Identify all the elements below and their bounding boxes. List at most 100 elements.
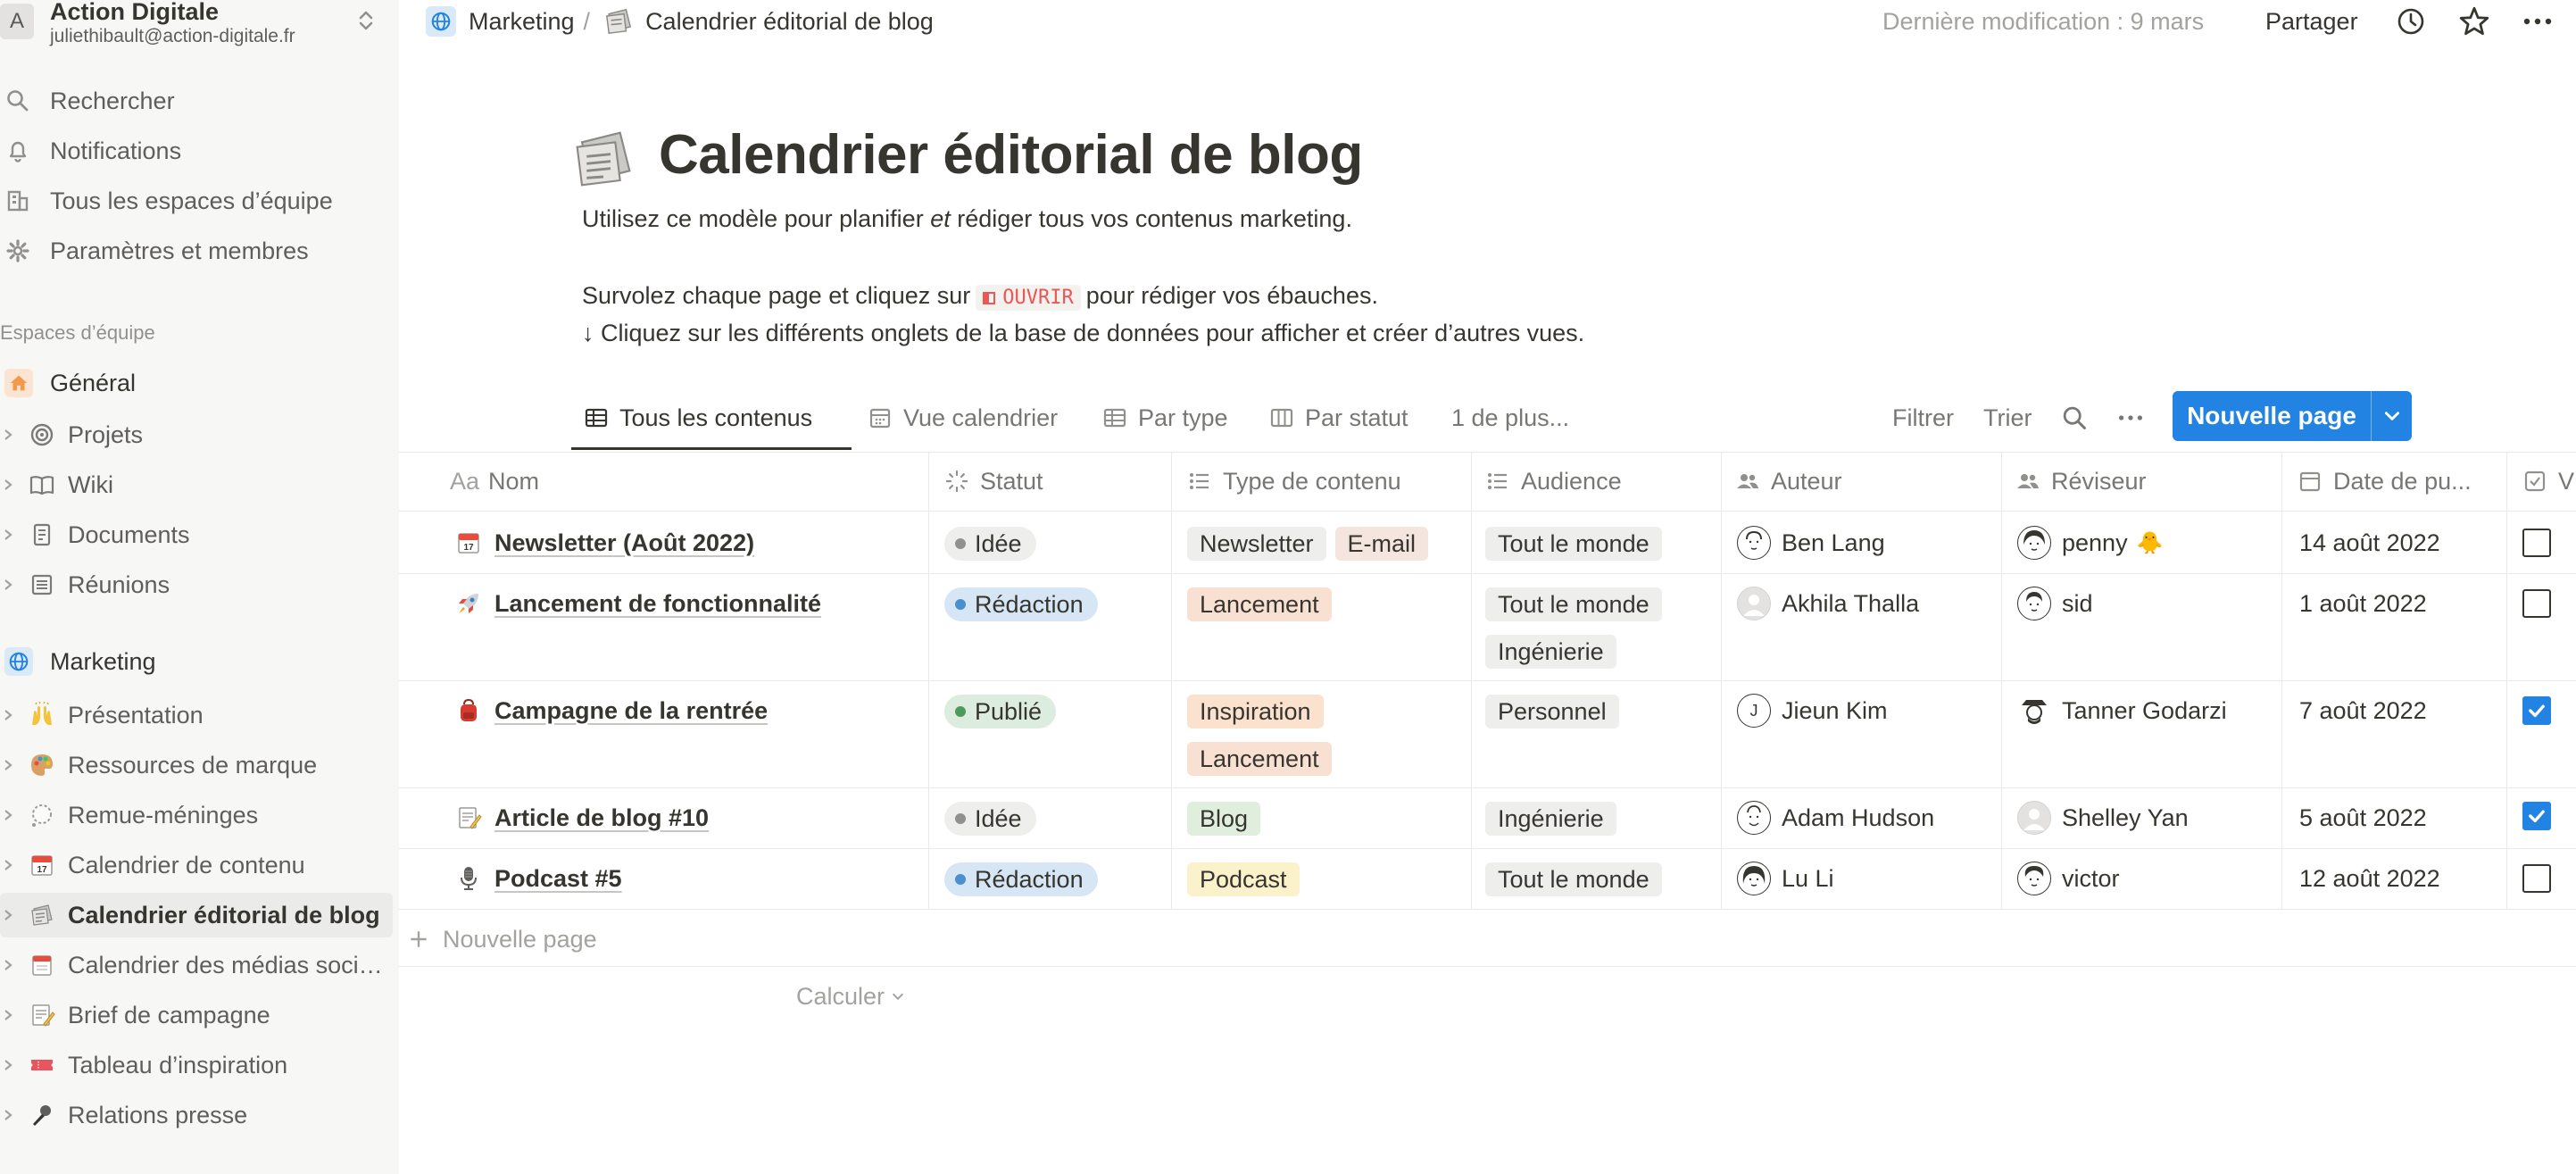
date-cell[interactable]: 12 août 2022 (2299, 861, 2440, 896)
chevron-down-icon[interactable] (2371, 391, 2412, 441)
audience-tags[interactable]: Tout le monde (1485, 526, 1671, 562)
teamspace-general[interactable]: Général (0, 361, 393, 405)
new-page-button[interactable]: Nouvelle page (2173, 391, 2412, 441)
sidebar-item-remue-meninges[interactable]: Remue-méninges (0, 793, 393, 837)
teamspace-marketing[interactable]: Marketing (0, 639, 393, 684)
chevron-right-icon[interactable] (0, 412, 16, 457)
workspace-switcher-icon[interactable] (353, 5, 378, 36)
type-tags[interactable]: Lancement (1187, 741, 1341, 777)
sidebar-item-documents[interactable]: Documents (0, 512, 393, 557)
row-checkbox[interactable] (2522, 696, 2551, 725)
author-cell[interactable]: J Jieun Kim (1737, 693, 1888, 729)
page-description-line-3[interactable]: ↓ Cliquez sur les différents onglets de … (582, 320, 1584, 347)
date-cell[interactable]: 14 août 2022 (2299, 525, 2440, 561)
chevron-right-icon[interactable] (0, 1043, 16, 1087)
reviewer-cell[interactable]: victor (2017, 861, 2120, 896)
author-cell[interactable]: Ben Lang (1737, 525, 1885, 561)
author-cell[interactable]: Lu Li (1737, 861, 1834, 896)
chevron-right-icon[interactable] (0, 793, 16, 837)
author-cell[interactable]: Akhila Thalla (1737, 586, 1919, 621)
reviewer-cell[interactable]: Tanner Godarzi (2017, 693, 2227, 729)
reviewer-cell[interactable]: sid (2017, 586, 2093, 621)
type-tags[interactable]: Blog (1187, 801, 1269, 837)
row-checkbox[interactable] (2522, 589, 2551, 618)
chevron-right-icon[interactable] (0, 512, 16, 557)
share-button[interactable]: Partager (2265, 4, 2358, 39)
tab-par-statut[interactable]: Par statut (1269, 396, 1408, 439)
column-header-nom[interactable]: Aa Nom (450, 459, 539, 504)
filter-button[interactable]: Filtrer (1892, 396, 1954, 439)
sidebar-item-tableau-inspiration[interactable]: Tableau d’inspiration (0, 1043, 393, 1087)
status-badge[interactable]: Publié (944, 694, 1065, 729)
tab-par-type[interactable]: Par type (1102, 396, 1228, 439)
column-header-date[interactable]: Date de pu... (2298, 459, 2472, 504)
sidebar-search[interactable]: Rechercher (0, 79, 393, 123)
author-cell[interactable]: Adam Hudson (1737, 800, 1934, 836)
chevron-right-icon[interactable] (0, 693, 16, 737)
column-header-audience[interactable]: Audience (1485, 459, 1622, 504)
table-row-name[interactable]: Campagne de la rentrée (453, 693, 768, 729)
page-description-line-1[interactable]: Utilisez ce modèle pour planifier et réd… (582, 205, 1352, 233)
chevron-right-icon[interactable] (0, 843, 16, 887)
column-header-statut[interactable]: Statut (944, 459, 1043, 504)
sidebar-settings[interactable]: Paramètres et membres (0, 229, 393, 273)
chevron-right-icon[interactable] (0, 562, 16, 607)
workspace-avatar[interactable]: A (0, 4, 34, 39)
sidebar-item-brief-campagne[interactable]: Brief de campagne (0, 993, 393, 1037)
sidebar-item-wiki[interactable]: Wiki (0, 462, 393, 507)
tab-tous-les-contenus[interactable]: Tous les contenus (584, 396, 812, 439)
breadcrumb-current-page[interactable]: Calendrier éditorial de blog (645, 8, 934, 36)
column-header-auteur[interactable]: Auteur (1735, 459, 1842, 504)
sidebar-item-relations-presse[interactable]: Relations presse (0, 1093, 393, 1137)
reviewer-cell[interactable]: Shelley Yan (2017, 800, 2189, 836)
table-row-name[interactable]: 17 Newsletter (Août 2022) (453, 525, 754, 561)
sidebar-item-presentation[interactable]: Présentation (0, 693, 393, 737)
status-badge[interactable]: Rédaction (944, 587, 1107, 622)
chevron-right-icon[interactable] (0, 993, 16, 1037)
type-tags[interactable]: Newsletter E-mail (1187, 526, 1437, 562)
type-tags[interactable]: Inspiration (1187, 694, 1333, 729)
sidebar-all-teamspaces[interactable]: Tous les espaces d’équipe (0, 179, 393, 223)
status-badge[interactable]: Rédaction (944, 862, 1107, 897)
sidebar-item-calendrier-editorial[interactable]: Calendrier éditorial de blog (0, 893, 393, 937)
audience-tags[interactable]: Personnel (1485, 694, 1628, 729)
date-cell[interactable]: 5 août 2022 (2299, 800, 2427, 836)
newspaper-icon[interactable] (568, 123, 639, 195)
chevron-right-icon[interactable] (0, 462, 16, 507)
table-row-name[interactable]: Lancement de fonctionnalité (453, 586, 821, 621)
type-tags[interactable]: Lancement (1187, 587, 1341, 622)
tab-more-views[interactable]: 1 de plus... (1451, 396, 1569, 439)
chevron-right-icon[interactable] (0, 893, 16, 937)
tab-vue-calendrier[interactable]: Vue calendrier (868, 396, 1058, 439)
table-row-name[interactable]: Podcast #5 (453, 861, 622, 896)
audience-tags[interactable]: Ingénierie (1485, 634, 1625, 670)
sidebar-item-ressources[interactable]: Ressources de marque (0, 743, 393, 787)
row-checkbox[interactable] (2522, 529, 2551, 557)
audience-tags[interactable]: Ingénierie (1485, 801, 1625, 837)
sidebar-notifications[interactable]: Notifications (0, 129, 393, 173)
workspace-name[interactable]: Action Digitale (50, 0, 219, 26)
column-header-type[interactable]: Type de contenu (1187, 459, 1401, 504)
history-icon[interactable] (2395, 4, 2427, 39)
table-row-name[interactable]: Article de blog #10 (453, 800, 709, 836)
breadcrumb-marketing[interactable]: Marketing (469, 8, 575, 36)
star-icon[interactable] (2457, 4, 2491, 39)
page-description-line-2[interactable]: Survolez chaque page et cliquez sur OUVRI… (582, 282, 1378, 311)
calculate-button[interactable]: Calculer (796, 978, 906, 1014)
add-row-button[interactable]: Nouvelle page (407, 921, 597, 957)
sidebar-item-projets[interactable]: Projets (0, 412, 393, 457)
status-badge[interactable]: Idée (944, 526, 1045, 562)
date-cell[interactable]: 7 août 2022 (2299, 693, 2427, 729)
column-header-v[interactable]: V (2522, 459, 2576, 504)
type-tags[interactable]: Podcast (1187, 862, 1309, 897)
sidebar-item-reunions[interactable]: Réunions (0, 562, 393, 607)
more-icon[interactable] (2115, 396, 2146, 439)
sidebar-item-calendrier-contenu[interactable]: 17 Calendrier de contenu (0, 843, 393, 887)
row-checkbox[interactable] (2522, 864, 2551, 893)
search-icon[interactable] (2060, 396, 2089, 439)
chevron-right-icon[interactable] (0, 943, 16, 987)
column-header-reviseur[interactable]: Réviseur (2015, 459, 2147, 504)
audience-tags[interactable]: Tout le monde (1485, 862, 1671, 897)
more-icon[interactable] (2520, 4, 2555, 39)
reviewer-cell[interactable]: penny 🐥 (2017, 525, 2163, 561)
